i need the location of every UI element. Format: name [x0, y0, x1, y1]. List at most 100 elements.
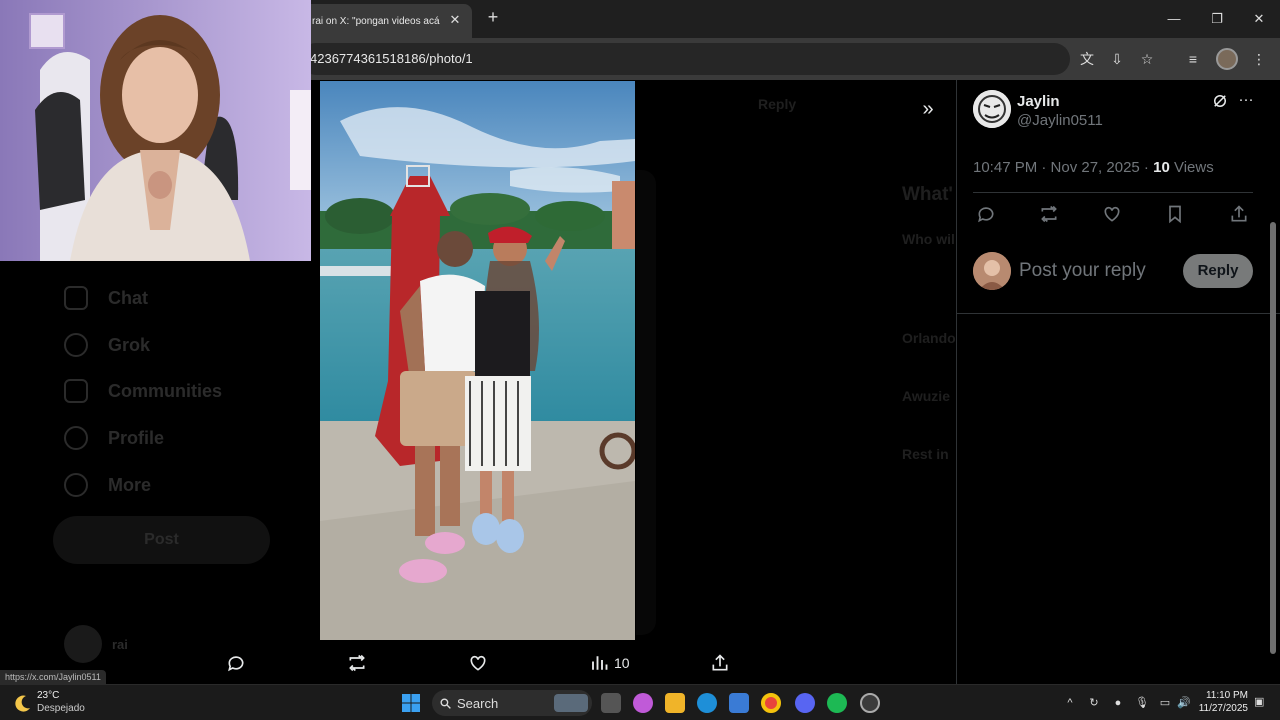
post-detail-panel: Jaylin @Jaylin0511 ··· 10:47 PM · Nov 27… [956, 80, 1280, 684]
install-app-icon[interactable]: ⇩ [1106, 48, 1128, 70]
restore-icon[interactable]: ❐ [1206, 8, 1228, 30]
author-avatar-image [973, 90, 1011, 128]
tab-close-icon[interactable]: ✕ [446, 11, 464, 29]
address-url: 4236774361518186/photo/1 [310, 51, 473, 66]
obs-icon[interactable] [860, 693, 880, 713]
reply-icon [978, 207, 994, 223]
microphone-icon[interactable]: 🎙 [1134, 695, 1150, 711]
webcam-image [0, 0, 311, 261]
sidebar-item-label: Grok [108, 334, 151, 355]
tray-sync-icon[interactable]: ↻ [1086, 695, 1102, 711]
photo-views-button[interactable]: 10 [590, 652, 630, 674]
sidebar-item-profile[interactable]: Profile [64, 425, 164, 451]
task-view-icon[interactable] [601, 693, 621, 713]
like-button[interactable] [1102, 204, 1124, 226]
background-trend-2: Awuzie [902, 388, 950, 404]
notification-icon[interactable]: ▣ [1254, 695, 1270, 711]
background-who-label: Who wil [902, 231, 955, 247]
tab-title: rai on X: "pongan videos acá para un [312, 15, 440, 27]
share-button[interactable] [1229, 204, 1251, 226]
sidebar-item-communities[interactable]: Communities [64, 378, 222, 404]
browser-tab[interactable]: rai on X: "pongan videos acá para un ✕ [300, 4, 472, 38]
reply-composer: Post your reply Reply [973, 252, 1253, 290]
translate-icon[interactable]: 文 [1076, 48, 1098, 70]
chrome-icon[interactable] [761, 693, 781, 713]
windows-start-icon[interactable] [401, 693, 421, 713]
new-tab-icon[interactable]: + [482, 6, 504, 28]
copilot-icon[interactable] [633, 693, 653, 713]
browser-menu-icon[interactable]: ⋮ [1248, 48, 1270, 70]
search-icon [440, 698, 451, 709]
expand-panel-icon[interactable]: » [916, 98, 940, 122]
post-button[interactable]: Post [53, 516, 270, 564]
status-url: https://x.com/Jaylin0511 [0, 670, 106, 685]
browser-profile-avatar[interactable] [1216, 48, 1238, 70]
author-name[interactable]: Jaylin [1017, 93, 1060, 110]
share-icon [712, 654, 728, 671]
screen: rai on X: "pongan videos acá para un ✕ +… [0, 0, 1280, 720]
photo-like-button[interactable] [468, 652, 488, 674]
weather-temperature: 23°C [37, 690, 60, 701]
sidebar-item-label: Profile [108, 427, 165, 448]
window-close-icon[interactable]: ✕ [1248, 8, 1270, 30]
post-photo[interactable] [320, 81, 635, 640]
minimize-icon[interactable]: — [1163, 8, 1185, 30]
account-switcher[interactable]: rai [64, 625, 128, 663]
clock-date[interactable]: 11/27/2025 [1194, 703, 1248, 714]
file-explorer-icon[interactable] [665, 693, 685, 713]
repost-icon [1041, 205, 1057, 223]
photo-views-count: 10 [614, 655, 630, 671]
moon-icon[interactable] [13, 693, 33, 713]
background-heading: What' [902, 184, 953, 205]
repost-icon [349, 654, 365, 672]
author-avatar[interactable] [973, 90, 1011, 128]
background-reply-label: Reply [758, 96, 797, 112]
volume-icon[interactable]: 🔊 [1176, 695, 1192, 711]
my-avatar [973, 252, 1011, 290]
author-handle[interactable]: @Jaylin0511 [1017, 112, 1103, 129]
reply-icon [228, 656, 244, 672]
discord-icon[interactable] [795, 693, 815, 713]
photo-reply-button[interactable] [226, 652, 246, 674]
post-time: 10:47 PM · Nov 27, 2025 · [973, 159, 1154, 176]
tray-chevron-icon[interactable]: ^ [1062, 695, 1078, 711]
store-icon[interactable] [729, 693, 749, 713]
sidebar-item-more[interactable]: More [64, 472, 151, 498]
bookmark-icon [1169, 205, 1181, 224]
reply-input[interactable]: Post your reply [1019, 260, 1146, 282]
background-column [636, 170, 656, 635]
clock-time[interactable]: 11:10 PM [1200, 690, 1248, 701]
bookmark-button[interactable] [1165, 204, 1187, 226]
address-bar[interactable]: 4236774361518186/photo/1 [300, 43, 1070, 75]
repost-button[interactable] [1039, 204, 1061, 226]
account-name: rai [112, 636, 128, 652]
edge-icon[interactable] [697, 693, 717, 713]
reply-submit-button[interactable]: Reply [1183, 254, 1253, 288]
views-icon [592, 656, 608, 670]
tray-app-icon[interactable]: ● [1110, 695, 1126, 711]
heart-icon [470, 655, 486, 671]
media-controls-icon[interactable]: ≡ [1182, 48, 1204, 70]
spotify-icon[interactable] [827, 693, 847, 713]
sidebar-item-chat[interactable]: Chat [64, 285, 148, 311]
taskbar: 23°C Despejado Search ^ ↻ ● 🎙 ▭ 🔊 11:10 … [0, 684, 1280, 720]
network-icon[interactable]: ▭ [1157, 695, 1173, 711]
post-timestamp: 10:47 PM · Nov 27, 2025 · 10 Views [973, 159, 1214, 176]
profile-icon [64, 426, 88, 450]
reply-button[interactable] [976, 204, 998, 226]
post-action-bar [973, 204, 1267, 226]
grok-icon-glyph [1214, 95, 1226, 107]
taskbar-search-label: Search [457, 696, 499, 711]
sidebar-item-grok[interactable]: Grok [64, 332, 150, 358]
avatar [64, 625, 102, 663]
bookmark-star-icon[interactable]: ☆ [1136, 48, 1158, 70]
more-options-icon[interactable]: ··· [1235, 92, 1257, 114]
sidebar-item-label: Chat [108, 287, 148, 308]
photo-repost-button[interactable] [346, 652, 368, 674]
photo-share-button[interactable] [710, 652, 730, 674]
taskbar-search[interactable]: Search [432, 690, 592, 716]
communities-icon [64, 379, 88, 403]
grok-icon[interactable] [1209, 92, 1231, 114]
background-trend-1: Orlando [902, 330, 956, 346]
scrollbar-thumb[interactable] [1270, 222, 1276, 654]
